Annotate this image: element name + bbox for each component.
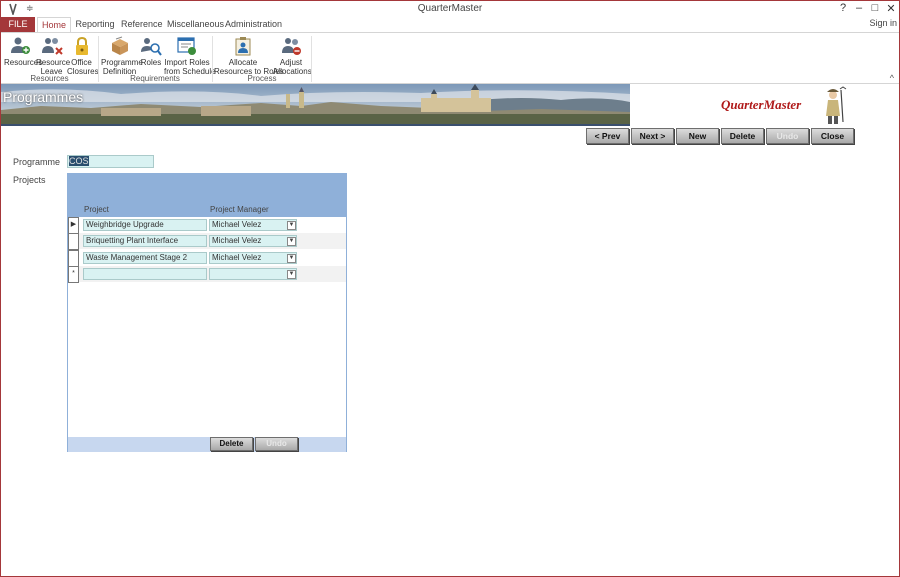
prev-button[interactable]: < Prev <box>586 128 629 144</box>
column-header-project-manager: Project Manager <box>210 205 269 214</box>
subform-delete-button[interactable]: Delete <box>210 437 253 451</box>
ribbon-tabs: FILE Home Reporting Reference Miscellane… <box>1 17 899 33</box>
sign-in-link[interactable]: Sign in <box>869 18 897 28</box>
landscape-banner-image <box>1 84 630 126</box>
tab-file[interactable]: FILE <box>1 17 35 32</box>
roles-button[interactable]: Roles <box>140 36 162 67</box>
people-add-icon <box>11 37 30 54</box>
project-cell[interactable] <box>83 268 207 280</box>
programme-definition-button[interactable]: Programme Definition <box>101 36 143 76</box>
title-bar: ≑ QuarterMaster ? – □ ✕ <box>1 1 899 17</box>
new-button[interactable]: New <box>676 128 719 144</box>
chevron-down-icon[interactable]: ▼ <box>287 221 296 230</box>
tab-administration[interactable]: Administration <box>225 17 282 32</box>
project-manager-cell[interactable]: Michael Velez ▼ <box>209 235 297 247</box>
subform-footer <box>68 437 346 452</box>
allocate-resources-button[interactable]: Allocate Resources to Roles <box>214 36 284 76</box>
minimize-button[interactable]: – <box>851 2 867 14</box>
tab-home[interactable]: Home <box>37 17 71 33</box>
resource-leave-button[interactable]: Resource Leave <box>36 36 71 76</box>
new-record-selector[interactable]: * <box>68 266 79 283</box>
record-selector[interactable]: ▶ <box>68 217 79 234</box>
subform-header: Project Project Manager <box>68 174 346 217</box>
close-button[interactable]: Close <box>811 128 854 144</box>
project-manager-cell[interactable]: ▼ <box>209 268 297 280</box>
quartermaster-mascot-icon <box>826 86 847 124</box>
group-process-label: Process <box>247 74 277 83</box>
chevron-down-icon[interactable]: ▼ <box>287 254 296 263</box>
programme-definition-label-1: Programme <box>101 58 143 67</box>
chevron-down-icon[interactable]: ▼ <box>287 237 296 246</box>
projects-subform: Project Project Manager ▶ Weighbridge Up… <box>67 173 347 452</box>
project-manager-cell[interactable]: Michael Velez ▼ <box>209 252 297 264</box>
project-manager-value: Michael Velez <box>212 253 262 262</box>
group-resources-label: Resources <box>30 74 69 83</box>
new-record-row: * ▼ <box>68 266 346 283</box>
table-row: ▶ Weighbridge Upgrade Michael Velez ▼ <box>68 217 346 234</box>
group-requirements-label: Requirements <box>130 74 180 83</box>
help-button[interactable]: ? <box>835 2 851 14</box>
people-search-icon <box>141 38 162 56</box>
window-title: QuarterMaster <box>417 3 483 14</box>
project-manager-value: Michael Velez <box>212 236 262 245</box>
schedule-import-icon <box>177 37 196 55</box>
ribbon: Resources Resource Leave Office Closures… <box>1 32 899 84</box>
banner: Programmes QuarterMaster <box>1 84 899 128</box>
project-manager-value: Michael Velez <box>212 220 262 229</box>
import-roles-button[interactable]: Import Roles from Schedule <box>164 36 216 76</box>
import-roles-label-1: Import Roles <box>164 58 210 67</box>
resource-leave-label-1: Resource <box>36 58 71 67</box>
tab-reference[interactable]: Reference <box>121 17 163 32</box>
adjust-allocations-button[interactable]: Adjust Allocations <box>273 36 312 76</box>
projects-label: Projects <box>13 175 46 185</box>
adjust-allocations-label-1: Adjust <box>279 58 303 67</box>
subform-undo-button[interactable]: Undo <box>255 437 298 451</box>
tab-miscellaneous[interactable]: Miscellaneous <box>167 17 224 32</box>
table-row: Waste Management Stage 2 Michael Velez ▼ <box>68 250 346 267</box>
office-closures-button[interactable]: Office Closures <box>67 36 99 76</box>
group-separator <box>311 36 312 82</box>
resources-label: Resources <box>4 58 43 67</box>
clipboard-people-icon <box>235 37 251 56</box>
project-cell[interactable]: Weighbridge Upgrade <box>83 219 207 231</box>
table-row: Briquetting Plant Interface Michael Vele… <box>68 233 346 250</box>
close-window-button[interactable]: ✕ <box>883 2 899 15</box>
allocate-resources-label-1: Allocate <box>228 58 258 67</box>
resources-button[interactable]: Resources <box>4 36 43 67</box>
column-header-project: Project <box>84 205 109 214</box>
office-closures-label-1: Office <box>71 58 92 67</box>
page-title: Programmes <box>3 89 84 105</box>
programme-value: COS <box>69 156 89 166</box>
project-cell[interactable]: Briquetting Plant Interface <box>83 235 207 247</box>
undo-button[interactable]: Undo <box>766 128 809 144</box>
tab-reporting[interactable]: Reporting <box>75 17 115 32</box>
people-leave-icon <box>41 38 63 55</box>
maximize-button[interactable]: □ <box>867 2 883 14</box>
programme-label: Programme <box>13 157 61 167</box>
collapse-ribbon-icon[interactable]: ^ <box>890 73 894 83</box>
delete-button[interactable]: Delete <box>721 128 764 144</box>
roles-label: Roles <box>140 58 162 67</box>
lock-icon <box>75 36 88 55</box>
record-selector[interactable] <box>68 250 79 267</box>
brand-logo: QuarterMaster <box>721 97 802 112</box>
project-cell[interactable]: Waste Management Stage 2 <box>83 252 207 264</box>
project-manager-cell[interactable]: Michael Velez ▼ <box>209 219 297 231</box>
box-icon <box>111 36 128 55</box>
programme-field[interactable]: COS <box>67 155 154 168</box>
chevron-down-icon[interactable]: ▼ <box>287 270 296 279</box>
people-adjust-icon <box>282 38 301 55</box>
app-window: ≑ QuarterMaster ? – □ ✕ FILE Home Report… <box>0 0 900 577</box>
next-button[interactable]: Next > <box>631 128 674 144</box>
record-selector[interactable] <box>68 233 79 250</box>
